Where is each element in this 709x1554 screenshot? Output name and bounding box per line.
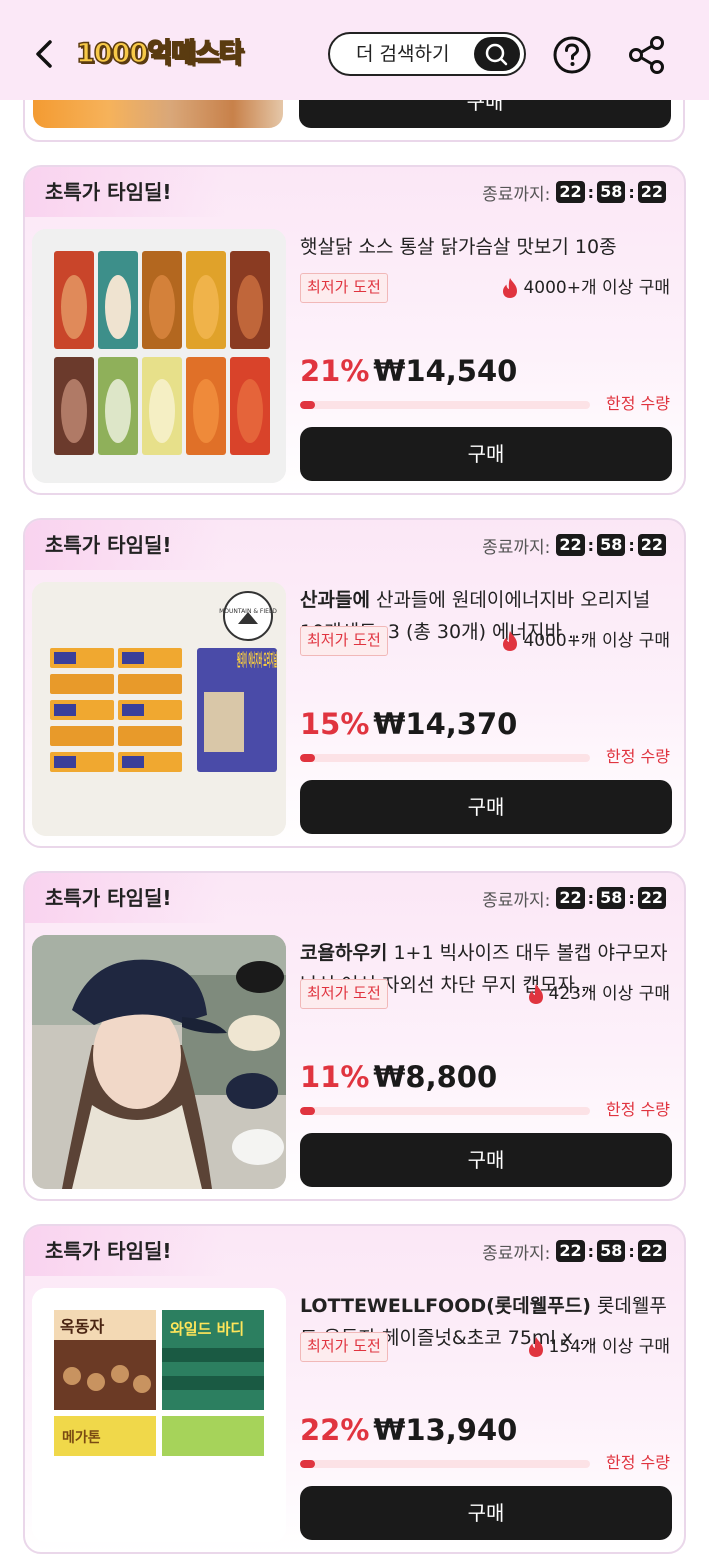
buy-button[interactable]: 구매 bbox=[300, 1133, 672, 1187]
price: 21% ₩14,540 bbox=[300, 353, 517, 389]
purchase-count-text: 4000+개 이상 구매 bbox=[523, 631, 670, 651]
buy-button[interactable]: 구매 bbox=[300, 780, 672, 834]
product-image[interactable] bbox=[32, 935, 286, 1189]
countdown-timer: 종료까지: 22: 58: 22 bbox=[482, 1238, 666, 1264]
deal-card: 초특가 타임딜! 종료까지: 22: 58: 22 bbox=[23, 165, 686, 495]
purchase-count: 4000+개 이상 구매 bbox=[501, 628, 670, 654]
discount-rate: 11% bbox=[300, 1060, 370, 1094]
countdown-timer: 종료까지: 22: 58: 22 bbox=[482, 532, 666, 558]
timedeal-badge: 초특가 타임딜! bbox=[45, 533, 172, 557]
price: 22% ₩13,940 bbox=[300, 1412, 517, 1448]
flame-icon bbox=[503, 278, 518, 298]
share-icon[interactable] bbox=[626, 34, 668, 76]
sale-price: ₩14,540 bbox=[373, 354, 518, 388]
lowest-price-tag: 최저가 도전 bbox=[300, 979, 388, 1009]
stock-progress-fill bbox=[300, 1460, 315, 1468]
right-package-text: 와일드 바디 bbox=[170, 1320, 244, 1338]
product-image[interactable] bbox=[32, 229, 286, 483]
product-image[interactable]: MOUNTAIN & FIELD 원데이 에너지바 오리지널 bbox=[32, 582, 286, 836]
timer-hours: 22 bbox=[556, 887, 585, 909]
timer-minutes: 58 bbox=[597, 181, 626, 203]
stock-progress-bar bbox=[300, 1460, 590, 1468]
purchase-count-text: 4000+개 이상 구매 bbox=[523, 278, 670, 298]
lowest-price-tag: 최저가 도전 bbox=[300, 1332, 388, 1362]
timer-minutes: 58 bbox=[597, 534, 626, 556]
timer-seconds: 22 bbox=[637, 887, 666, 909]
sale-price: ₩14,370 bbox=[373, 707, 518, 741]
flame-icon bbox=[503, 631, 518, 651]
stock-progress-bar bbox=[300, 754, 590, 762]
deal-card: 초특가 타임딜! 종료까지: 22: 58: 22 bbox=[23, 518, 686, 848]
deal-card: 초특가 타임딜! 종료까지: 22: 58: 22 옥동자 와일드 바디 메가톤… bbox=[23, 1224, 686, 1554]
timer-hours: 22 bbox=[556, 534, 585, 556]
search-button[interactable]: 더 검색하기 bbox=[328, 32, 526, 76]
product-package-text: 원데이 에너지바 오리지널 bbox=[237, 651, 277, 671]
timedeal-badge: 초특가 타임딜! bbox=[45, 886, 172, 910]
left-package-text: 옥동자 bbox=[60, 1317, 104, 1336]
product-image[interactable]: 옥동자 와일드 바디 메가톤 bbox=[32, 1288, 286, 1542]
countdown-timer: 종료까지: 22: 58: 22 bbox=[482, 179, 666, 205]
buy-button[interactable]: 구매 bbox=[300, 427, 672, 481]
purchase-count: 4000+개 이상 구매 bbox=[501, 275, 670, 301]
search-icon bbox=[474, 37, 520, 71]
price: 11% ₩8,800 bbox=[300, 1059, 497, 1095]
discount-rate: 21% bbox=[300, 354, 370, 388]
timer-seconds: 22 bbox=[637, 534, 666, 556]
timer-minutes: 58 bbox=[597, 1240, 626, 1262]
flame-icon bbox=[528, 1337, 543, 1357]
timer-label: 종료까지: bbox=[482, 537, 551, 558]
brand-name: 코욜하우키 bbox=[300, 942, 388, 964]
stock-progress-fill bbox=[300, 754, 315, 762]
lowest-price-tag: 최저가 도전 bbox=[300, 273, 388, 303]
top-app-bar: 1000억메스타 더 검색하기 bbox=[0, 0, 709, 100]
timer-seconds: 22 bbox=[637, 181, 666, 203]
limited-quantity-label: 한정 수량 bbox=[606, 747, 670, 766]
bottom-package-text: 메가톤 bbox=[62, 1430, 101, 1446]
product-name: 햇살닭 소스 통살 닭가슴살 맛보기 10종 bbox=[300, 236, 617, 258]
brand-name: LOTTEWELLFOOD(롯데웰푸드) bbox=[300, 1295, 591, 1317]
timedeal-badge: 초특가 타임딜! bbox=[45, 1239, 172, 1263]
discount-rate: 15% bbox=[300, 707, 370, 741]
countdown-timer: 종료까지: 22: 58: 22 bbox=[482, 885, 666, 911]
limited-quantity-label: 한정 수량 bbox=[606, 1100, 670, 1119]
back-arrow-icon[interactable] bbox=[28, 34, 62, 74]
limited-quantity-label: 한정 수량 bbox=[606, 394, 670, 413]
brand-name: 산과들에 bbox=[300, 589, 370, 611]
help-icon[interactable] bbox=[552, 35, 592, 75]
purchase-count: 423개 이상 구매 bbox=[527, 981, 670, 1007]
purchase-count-text: 423개 이상 구매 bbox=[548, 984, 670, 1004]
search-label: 더 검색하기 bbox=[356, 43, 450, 65]
sale-price: ₩8,800 bbox=[373, 1060, 498, 1094]
timer-minutes: 58 bbox=[597, 887, 626, 909]
product-title[interactable]: 햇살닭 소스 통살 닭가슴살 맛보기 10종 bbox=[300, 231, 670, 263]
purchase-count: 154개 이상 구매 bbox=[527, 1334, 670, 1360]
timedeal-badge: 초특가 타임딜! bbox=[45, 180, 172, 204]
stock-progress-bar bbox=[300, 401, 590, 409]
purchase-count-text: 154개 이상 구매 bbox=[548, 1337, 670, 1357]
timer-hours: 22 bbox=[556, 1240, 585, 1262]
stock-progress-fill bbox=[300, 1107, 315, 1115]
sale-price: ₩13,940 bbox=[373, 1413, 518, 1447]
timer-hours: 22 bbox=[556, 181, 585, 203]
limited-quantity-label: 한정 수량 bbox=[606, 1453, 670, 1472]
timer-label: 종료까지: bbox=[482, 890, 551, 911]
price: 15% ₩14,370 bbox=[300, 706, 517, 742]
brand-logo[interactable]: 1000억메스타 bbox=[75, 34, 244, 74]
stock-progress-bar bbox=[300, 1107, 590, 1115]
deal-card: 초특가 타임딜! 종료까지: 22: 58: 22 코욜하우키 1+1 빅사이즈… bbox=[23, 871, 686, 1201]
timer-label: 종료까지: bbox=[482, 184, 551, 205]
timer-seconds: 22 bbox=[637, 1240, 666, 1262]
lowest-price-tag: 최저가 도전 bbox=[300, 626, 388, 656]
timer-label: 종료까지: bbox=[482, 1243, 551, 1264]
discount-rate: 22% bbox=[300, 1413, 370, 1447]
stock-progress-fill bbox=[300, 401, 315, 409]
flame-icon bbox=[528, 984, 543, 1004]
buy-button[interactable]: 구매 bbox=[300, 1486, 672, 1540]
